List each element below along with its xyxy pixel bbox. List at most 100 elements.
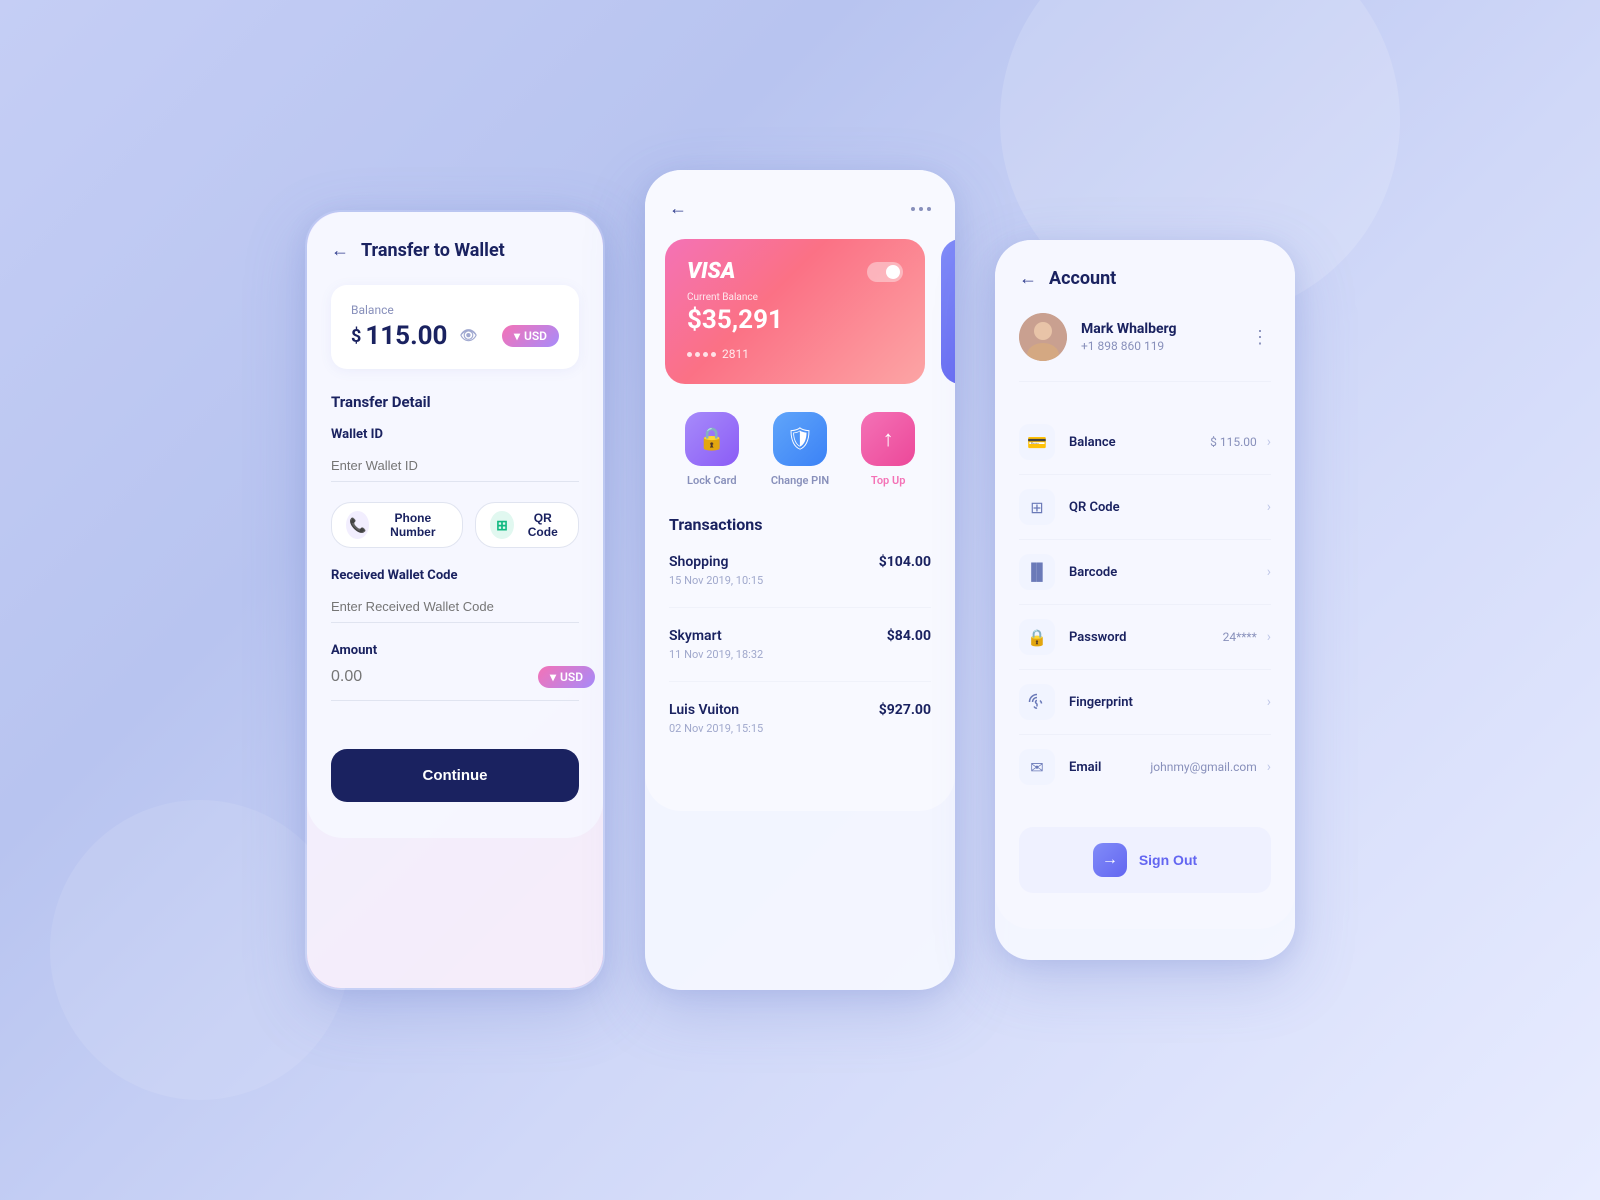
transaction-item-1[interactable]: Shopping 15 Nov 2019, 10:15 $104.00 bbox=[669, 554, 931, 608]
amount-input[interactable] bbox=[331, 668, 538, 686]
profile-phone: +1 898 860 119 bbox=[1081, 339, 1177, 353]
password-menu-value: 24**** bbox=[1223, 630, 1257, 644]
qr-icon: ⊞ bbox=[490, 511, 513, 539]
avatar bbox=[1019, 313, 1067, 361]
barcode-menu-label: Barcode bbox=[1069, 565, 1117, 580]
profile-row: Mark Whalberg +1 898 860 119 ⋮ bbox=[1019, 313, 1271, 382]
trans-amount-3: $927.00 bbox=[879, 702, 931, 718]
transaction-info-3: Luis Vuiton 02 Nov 2019, 15:15 bbox=[669, 702, 763, 735]
screen-transactions: ← VISA Current Balance $35,291 bbox=[645, 170, 955, 990]
menu-item-qr[interactable]: ⊞ QR Code › bbox=[1019, 475, 1271, 540]
visa-card-header: VISA bbox=[687, 259, 903, 284]
transaction-item-2[interactable]: Skymart 11 Nov 2019, 18:32 $84.00 bbox=[669, 628, 931, 682]
menu-left-fingerprint: Fingerprint bbox=[1019, 684, 1133, 720]
qr-menu-icon: ⊞ bbox=[1019, 489, 1055, 525]
card-peek[interactable]: Cu $ bbox=[941, 239, 955, 384]
transactions-section: Transactions Shopping 15 Nov 2019, 10:15… bbox=[645, 515, 955, 755]
fingerprint-menu-icon bbox=[1019, 684, 1055, 720]
dot1 bbox=[911, 207, 915, 211]
back-arrow-icon[interactable]: ← bbox=[331, 240, 349, 261]
signout-label: Sign Out bbox=[1139, 852, 1197, 868]
menu-left-qr: ⊞ QR Code bbox=[1019, 489, 1120, 525]
three-dots-menu[interactable]: ⋮ bbox=[1251, 327, 1271, 348]
avatar-svg bbox=[1019, 313, 1067, 361]
card-balance-amount: $35,291 bbox=[687, 305, 903, 335]
account-back-arrow[interactable]: ← bbox=[1019, 268, 1037, 289]
email-chevron: › bbox=[1267, 759, 1271, 775]
eye-icon[interactable]: 👁 bbox=[459, 328, 477, 344]
card-dot3 bbox=[703, 352, 708, 357]
signout-icon: → bbox=[1093, 843, 1127, 877]
menu-right-balance: $ 115.00 › bbox=[1210, 434, 1271, 450]
menu-right-email: johnmy@gmail.com › bbox=[1150, 759, 1271, 775]
menu-item-email[interactable]: ✉ Email johnmy@gmail.com › bbox=[1019, 735, 1271, 799]
dot2 bbox=[919, 207, 923, 211]
change-pin-button[interactable]: 🛡 Change PIN bbox=[771, 412, 829, 487]
trans-amount-2: $84.00 bbox=[887, 628, 931, 644]
card-last4: 2811 bbox=[722, 347, 749, 361]
input-method-row: 📞 Phone Number ⊞ QR Code bbox=[331, 502, 579, 548]
email-menu-value: johnmy@gmail.com bbox=[1150, 760, 1256, 774]
card-carousel: VISA Current Balance $35,291 2811 bbox=[645, 239, 955, 384]
balance-amount: $ 115.00 👁 bbox=[351, 321, 477, 351]
phone-number-button[interactable]: 📞 Phone Number bbox=[331, 502, 463, 548]
email-menu-label: Email bbox=[1069, 760, 1101, 775]
continue-button[interactable]: Continue bbox=[331, 749, 579, 802]
menu-right-qr: › bbox=[1267, 499, 1271, 515]
screen-account: ← Account Mark Whalberg bbox=[995, 240, 1295, 960]
transaction-item-3[interactable]: Luis Vuiton 02 Nov 2019, 15:15 $927.00 bbox=[669, 702, 931, 755]
visa-card[interactable]: VISA Current Balance $35,291 2811 bbox=[665, 239, 925, 384]
currency-badge[interactable]: ▾ USD bbox=[502, 325, 559, 347]
password-menu-icon: 🔒 bbox=[1019, 619, 1055, 655]
top-up-label: Top Up bbox=[871, 474, 905, 487]
transfer-header: ← Transfer to Wallet bbox=[331, 240, 579, 261]
card-balance-label: Current Balance bbox=[687, 292, 903, 303]
top-up-button[interactable]: ↑ Top Up bbox=[861, 412, 915, 487]
signout-button[interactable]: → Sign Out bbox=[1019, 827, 1271, 893]
dollar-sign: $ bbox=[351, 326, 361, 347]
trans-back-arrow[interactable]: ← bbox=[669, 198, 687, 219]
lock-card-icon: 🔒 bbox=[685, 412, 739, 466]
amount-row: ▾ USD bbox=[331, 666, 579, 701]
card-dot4 bbox=[711, 352, 716, 357]
screens-container: ← Transfer to Wallet Balance $ 115.00 👁 … bbox=[305, 210, 1295, 990]
balance-card: Balance $ 115.00 👁 ▾ USD bbox=[331, 285, 579, 369]
card-number: 2811 bbox=[687, 347, 903, 361]
profile-name: Mark Whalberg bbox=[1081, 321, 1177, 337]
barcode-chevron: › bbox=[1267, 564, 1271, 580]
received-wallet-label: Received Wallet Code bbox=[331, 568, 579, 583]
balance-row: $ 115.00 👁 ▾ USD bbox=[351, 321, 559, 351]
email-menu-icon: ✉ bbox=[1019, 749, 1055, 785]
lock-card-button[interactable]: 🔒 Lock Card bbox=[685, 412, 739, 487]
transfer-detail-title: Transfer Detail bbox=[331, 393, 579, 411]
qr-code-label: QR Code bbox=[522, 511, 564, 539]
menu-right-password: 24**** › bbox=[1223, 629, 1271, 645]
menu-item-fingerprint[interactable]: Fingerprint › bbox=[1019, 670, 1271, 735]
wallet-id-input[interactable] bbox=[331, 450, 579, 482]
amount-currency-badge[interactable]: ▾ USD bbox=[538, 666, 595, 688]
amount-currency-label: USD bbox=[560, 670, 583, 684]
menu-right-barcode: › bbox=[1267, 564, 1271, 580]
trans-date-3: 02 Nov 2019, 15:15 bbox=[669, 722, 763, 735]
dots-menu[interactable] bbox=[911, 207, 931, 211]
transaction-info-2: Skymart 11 Nov 2019, 18:32 bbox=[669, 628, 763, 661]
menu-item-password[interactable]: 🔒 Password 24**** › bbox=[1019, 605, 1271, 670]
currency-badge-chevron: ▾ bbox=[514, 329, 520, 343]
phone-number-label: Phone Number bbox=[377, 511, 448, 539]
change-pin-label: Change PIN bbox=[771, 474, 829, 487]
trans-date-1: 15 Nov 2019, 10:15 bbox=[669, 574, 763, 587]
fingerprint-svg bbox=[1028, 693, 1046, 711]
menu-right-fingerprint: › bbox=[1267, 694, 1271, 710]
lock-card-label: Lock Card bbox=[687, 474, 737, 487]
visa-logo: VISA bbox=[687, 259, 735, 284]
phone-icon: 📞 bbox=[346, 511, 369, 539]
balance-menu-value: $ 115.00 bbox=[1210, 435, 1257, 449]
menu-item-barcode[interactable]: ▐▌ Barcode › bbox=[1019, 540, 1271, 605]
menu-left-barcode: ▐▌ Barcode bbox=[1019, 554, 1117, 590]
account-header: ← Account bbox=[1019, 268, 1271, 289]
received-wallet-input[interactable] bbox=[331, 591, 579, 623]
menu-item-balance[interactable]: 💳 Balance $ 115.00 › bbox=[1019, 410, 1271, 475]
balance-icon: 💳 bbox=[1019, 424, 1055, 460]
qr-code-button[interactable]: ⊞ QR Code bbox=[475, 502, 579, 548]
card-toggle[interactable] bbox=[867, 262, 903, 282]
